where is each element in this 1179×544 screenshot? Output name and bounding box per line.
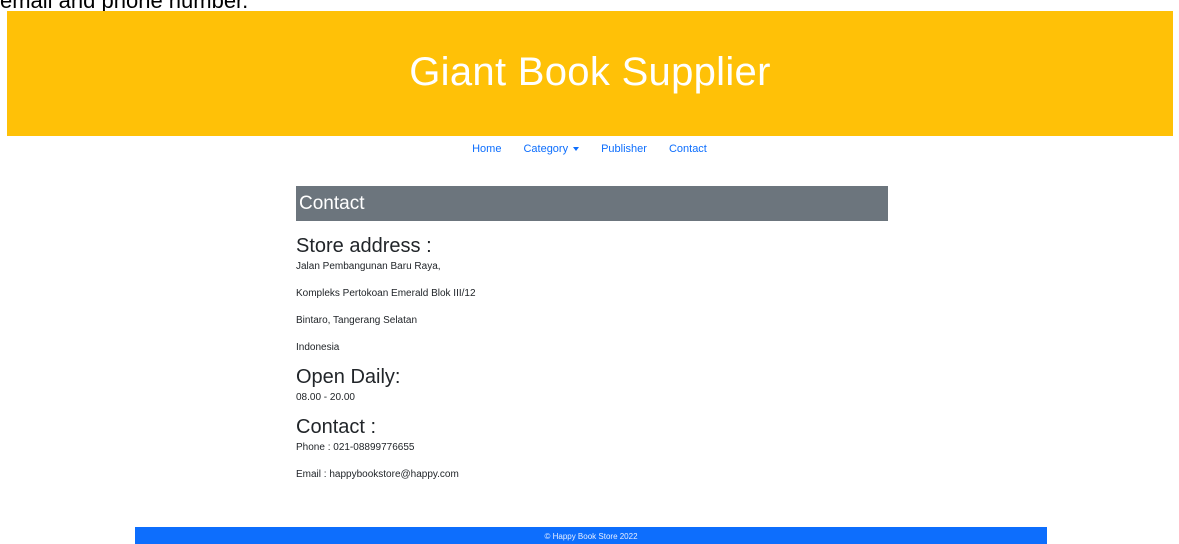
nav-category-label: Category — [523, 143, 569, 155]
header-banner: Giant Book Supplier — [7, 11, 1173, 136]
address-line-2: Kompleks Pertokoan Emerald Blok III/12 — [296, 288, 476, 299]
nav-category-dropdown[interactable]: Category — [512, 143, 590, 155]
nav-contact-label: Contact — [668, 143, 707, 155]
address-heading: Store address : — [296, 235, 432, 257]
page-footer: © Happy Book Store 2022 — [135, 527, 1047, 544]
nav-home-link[interactable]: Home — [461, 143, 512, 155]
hours-heading: Open Daily: — [296, 366, 401, 388]
address-line-4: Indonesia — [296, 342, 340, 353]
contact-heading: Contact : — [296, 416, 377, 438]
section-header: Contact — [296, 186, 888, 221]
footer-copyright: © Happy Book Store 2022 — [544, 531, 638, 541]
address-line-3: Bintaro, Tangerang Selatan — [296, 315, 418, 326]
contact-content: Store address : Jalan Pembangunan Baru R… — [296, 232, 896, 482]
hours-value: 08.00 - 20.00 — [296, 392, 355, 403]
nav-publisher-link[interactable]: Publisher — [590, 143, 658, 155]
contact-email: Email : happybookstore@happy.com — [296, 469, 459, 480]
nav-contact-link[interactable]: Contact — [658, 143, 718, 155]
caret-down-icon — [573, 147, 580, 151]
contact-phone: Phone : 021-08899776655 — [296, 442, 415, 453]
site-title: Giant Book Supplier — [409, 49, 771, 94]
main-nav: Home Category Publisher Contact — [0, 143, 1179, 155]
address-line-1: Jalan Pembangunan Baru Raya, — [296, 261, 441, 272]
section-title: Contact — [299, 192, 365, 214]
nav-home-label: Home — [472, 143, 502, 155]
nav-publisher-label: Publisher — [601, 143, 647, 155]
